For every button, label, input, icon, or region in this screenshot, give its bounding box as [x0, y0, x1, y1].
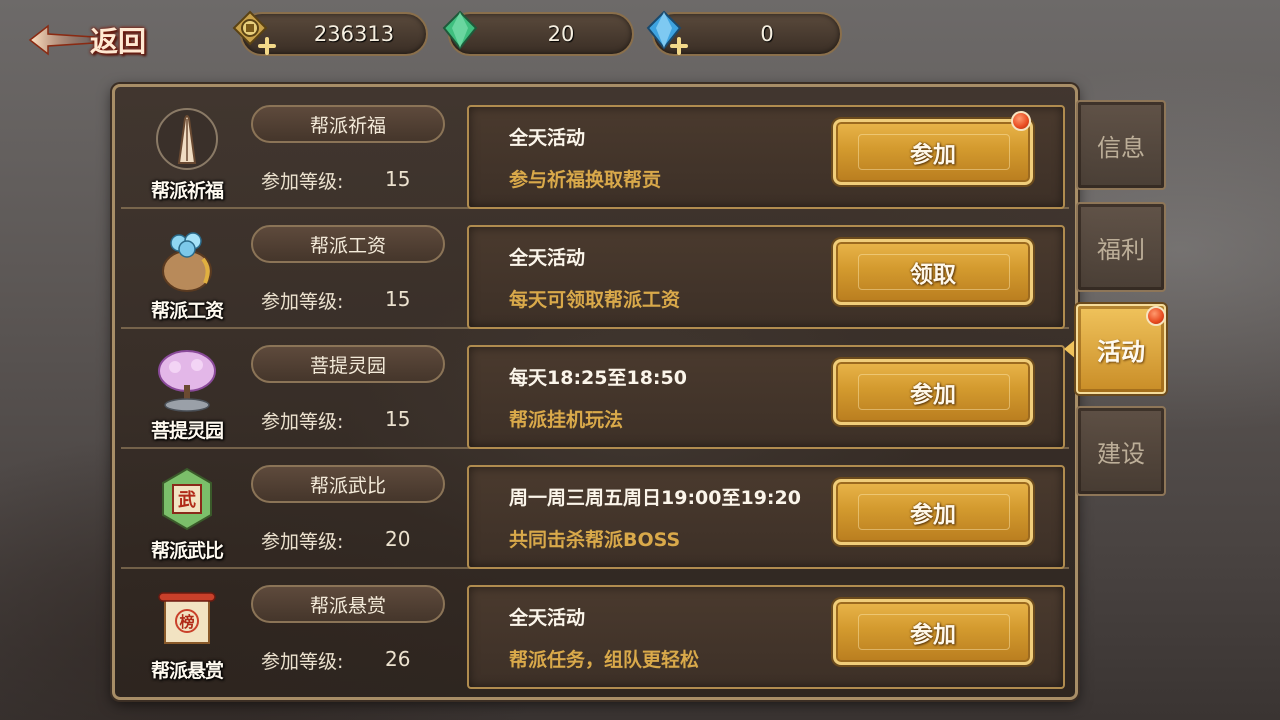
activity-row: 帮派祈福 帮派祈福 参加等级: 15 全天活动 参与祈福换取帮贡 参加 [121, 95, 1069, 209]
activity-icon-caption: 帮派工资 [150, 300, 224, 322]
level-value: 20 [385, 527, 411, 551]
activity-time: 每天18:25至18:50 [509, 367, 687, 389]
martial-scroll-icon: 武 [162, 467, 212, 531]
level-value: 15 [385, 407, 411, 431]
activity-info-box: 全天活动 帮派任务，组队更轻松 参加 [467, 585, 1065, 689]
svg-text:榜: 榜 [179, 613, 194, 631]
coin-counter[interactable]: 236313 [232, 10, 428, 56]
activity-time: 全天活动 [509, 127, 586, 149]
activity-row: 菩提灵园 菩提灵园 参加等级: 15 每天18:25至18:50 帮派挂机玩法 … [121, 335, 1069, 449]
activity-icon[interactable]: 榜 帮派悬赏 [135, 579, 239, 687]
notification-dot [1011, 111, 1031, 131]
join-button[interactable]: 参加 [833, 119, 1033, 185]
activity-row: 榜 帮派悬赏 帮派悬赏 参加等级: 26 全天活动 帮派任务，组队更轻松 参加 [121, 575, 1069, 689]
join-button[interactable]: 参加 [833, 479, 1033, 545]
tab-construction[interactable]: 建设 [1076, 406, 1166, 496]
activity-row: 武 帮派武比 帮派武比 参加等级: 20 周一周三周五周日19:00至19:20… [121, 455, 1069, 569]
blue-gem-icon [646, 10, 688, 55]
activity-description: 帮派挂机玩法 [509, 409, 624, 431]
activity-icon[interactable]: 帮派祈福 [135, 99, 239, 207]
level-value: 15 [385, 287, 411, 311]
tab-info[interactable]: 信息 [1076, 100, 1166, 190]
activity-time: 全天活动 [509, 247, 586, 269]
green-gem-value: 20 [547, 22, 575, 46]
activity-description: 每天可领取帮派工资 [509, 289, 681, 311]
coin-value: 236313 [313, 22, 395, 46]
level-value: 26 [385, 647, 411, 671]
level-label: 参加等级: [261, 291, 344, 313]
activity-row: 帮派工资 帮派工资 参加等级: 15 全天活动 每天可领取帮派工资 领取 [121, 215, 1069, 329]
activity-icon[interactable]: 菩提灵园 [135, 339, 239, 447]
activity-time: 全天活动 [509, 607, 586, 629]
claim-button[interactable]: 领取 [833, 239, 1033, 305]
level-label: 参加等级: [261, 651, 344, 673]
green-gem-counter[interactable]: 20 [442, 10, 634, 56]
activity-name: 菩提灵园 [251, 345, 445, 383]
green-gem-icon [442, 10, 478, 50]
level-label: 参加等级: [261, 411, 344, 433]
back-label: 返回 [90, 25, 147, 58]
level-label: 参加等级: [261, 531, 344, 553]
active-tab-pointer [1064, 339, 1076, 359]
activity-icon-caption: 帮派悬赏 [150, 660, 224, 682]
activity-description: 参与祈福换取帮贡 [509, 169, 662, 191]
bodhi-tree-icon [158, 350, 216, 412]
activity-description: 帮派任务，组队更轻松 [509, 649, 700, 671]
activity-info-box: 全天活动 每天可领取帮派工资 领取 [467, 225, 1065, 329]
activity-icon-caption: 菩提灵园 [150, 420, 224, 442]
svg-text:武: 武 [178, 490, 196, 511]
coin-icon [232, 10, 276, 55]
activity-description: 共同击杀帮派BOSS [509, 529, 681, 551]
notification-dot [1146, 306, 1166, 326]
activity-icon-caption: 帮派祈福 [150, 180, 224, 202]
back-arrow-icon [28, 24, 95, 56]
bounty-scroll-icon: 榜 [158, 592, 216, 644]
activity-info-box: 每天18:25至18:50 帮派挂机玩法 参加 [467, 345, 1065, 449]
activity-icon-caption: 帮派武比 [150, 540, 224, 562]
activity-icon[interactable]: 帮派工资 [135, 219, 239, 327]
activity-icon[interactable]: 武 帮派武比 [135, 459, 239, 567]
activity-name: 帮派武比 [251, 465, 445, 503]
activity-info-box: 周一周三周五周日19:00至19:20 共同击杀帮派BOSS 参加 [467, 465, 1065, 569]
level-label: 参加等级: [261, 171, 344, 193]
back-button[interactable]: 返回 [26, 20, 176, 60]
activity-name: 帮派悬赏 [251, 585, 445, 623]
money-bag-icon [162, 232, 212, 292]
activity-info-box: 全天活动 参与祈福换取帮贡 参加 [467, 105, 1065, 209]
tab-welfare[interactable]: 福利 [1076, 202, 1166, 292]
activity-time: 周一周三周五周日19:00至19:20 [509, 487, 801, 509]
activity-panel: 帮派祈福 帮派祈福 参加等级: 15 全天活动 参与祈福换取帮贡 参加 帮派工资… [112, 84, 1078, 700]
join-button[interactable]: 参加 [833, 359, 1033, 425]
level-value: 15 [385, 167, 411, 191]
activity-name: 帮派工资 [251, 225, 445, 263]
join-button[interactable]: 参加 [833, 599, 1033, 665]
activity-name: 帮派祈福 [251, 105, 445, 143]
praying-hands-icon [156, 108, 218, 170]
blue-gem-counter[interactable]: 0 [646, 10, 842, 56]
blue-gem-value: 0 [760, 22, 774, 46]
